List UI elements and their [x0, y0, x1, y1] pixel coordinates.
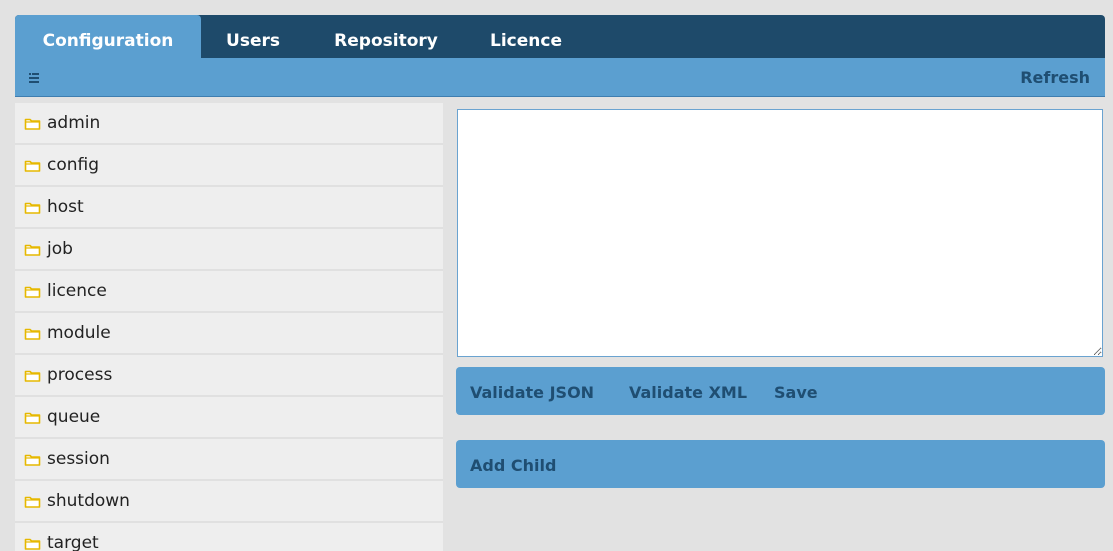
- tree-item-label: licence: [47, 281, 107, 301]
- toolbar: Refresh: [15, 58, 1105, 97]
- folder-icon: [24, 454, 41, 466]
- tree-item-host[interactable]: host: [15, 187, 443, 229]
- folder-icon: [24, 286, 41, 298]
- tree-item-config[interactable]: config: [15, 145, 443, 187]
- tab-configuration[interactable]: Configuration: [15, 15, 201, 58]
- refresh-button[interactable]: Refresh: [1020, 58, 1090, 96]
- list-icon[interactable]: [27, 71, 41, 85]
- folder-icon: [24, 118, 41, 130]
- tree-item-session[interactable]: session: [15, 439, 443, 481]
- tab-licence[interactable]: Licence: [483, 15, 569, 58]
- editor-actions-bar: Validate JSON Validate XML Save: [456, 367, 1105, 415]
- folder-icon: [24, 496, 41, 508]
- save-button[interactable]: Save: [774, 367, 818, 415]
- folder-icon: [24, 202, 41, 214]
- tree-item-admin[interactable]: admin: [15, 103, 443, 145]
- tree-item-process[interactable]: process: [15, 355, 443, 397]
- validate-xml-button[interactable]: Validate XML: [629, 367, 747, 415]
- config-editor[interactable]: [457, 109, 1103, 357]
- tree-item-shutdown[interactable]: shutdown: [15, 481, 443, 523]
- folder-icon: [24, 160, 41, 172]
- tree-item-licence[interactable]: licence: [15, 271, 443, 313]
- tree-item-label: target: [47, 533, 99, 551]
- add-child-button[interactable]: Add Child: [470, 440, 556, 488]
- config-tree: admin config host job licence module process qu…: [15, 103, 443, 551]
- tree-item-target[interactable]: target: [15, 523, 443, 551]
- tree-item-label: admin: [47, 113, 101, 133]
- tab-users[interactable]: Users: [211, 15, 295, 58]
- tab-bar: Configuration Users Repository Licence: [15, 15, 1105, 58]
- add-child-bar: Add Child: [456, 440, 1105, 488]
- tree-item-label: config: [47, 155, 100, 175]
- tree-item-module[interactable]: module: [15, 313, 443, 355]
- tree-item-job[interactable]: job: [15, 229, 443, 271]
- tree-item-label: module: [47, 323, 111, 343]
- folder-icon: [24, 244, 41, 256]
- folder-icon: [24, 538, 41, 550]
- folder-icon: [24, 328, 41, 340]
- validate-json-button[interactable]: Validate JSON: [470, 367, 594, 415]
- folder-icon: [24, 412, 41, 424]
- tree-item-label: queue: [47, 407, 101, 427]
- tree-item-label: host: [47, 197, 84, 217]
- tree-item-label: shutdown: [47, 491, 130, 511]
- tree-item-label: job: [47, 239, 73, 259]
- tree-item-queue[interactable]: queue: [15, 397, 443, 439]
- app-window: Configuration Users Repository Licence R…: [15, 15, 1105, 551]
- tree-item-label: session: [47, 449, 110, 469]
- folder-icon: [24, 370, 41, 382]
- tree-item-label: process: [47, 365, 113, 385]
- tab-repository[interactable]: Repository: [325, 15, 447, 58]
